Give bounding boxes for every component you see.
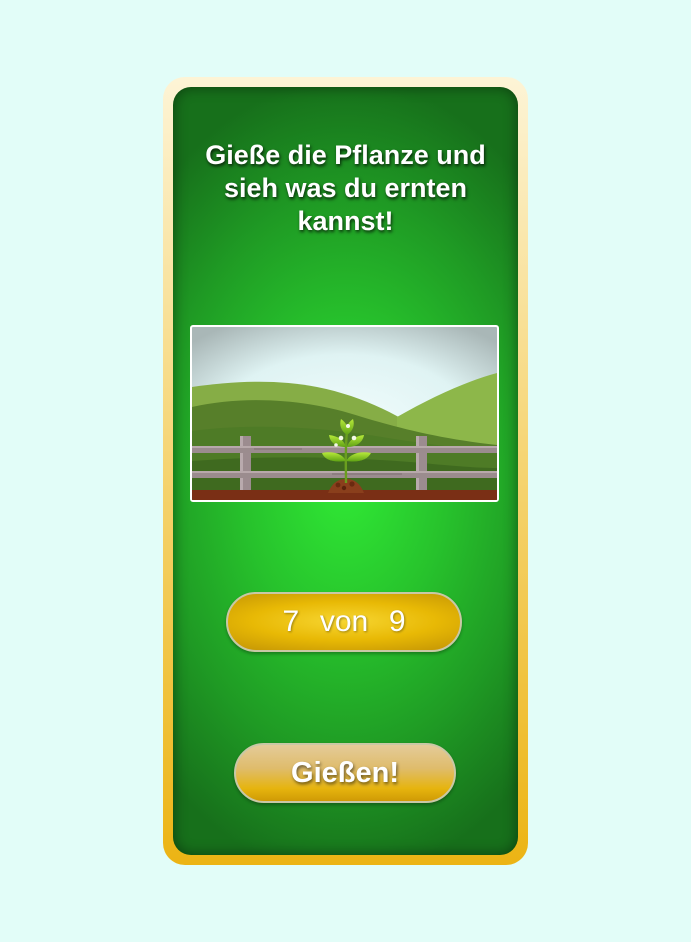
game-panel: Gieße die Pflanze und sieh was du ernten… [173,87,518,855]
counter-separator: von [319,605,369,638]
counter-current: 7 [282,605,300,638]
game-title: Gieße die Pflanze und sieh was du ernten… [205,140,486,236]
garden-scene [190,325,499,502]
water-button[interactable]: Gießen! [234,743,456,803]
progress-counter: 7 von 9 [226,592,462,652]
game-frame: Gieße die Pflanze und sieh was du ernten… [163,77,528,865]
counter-total: 9 [388,605,406,638]
